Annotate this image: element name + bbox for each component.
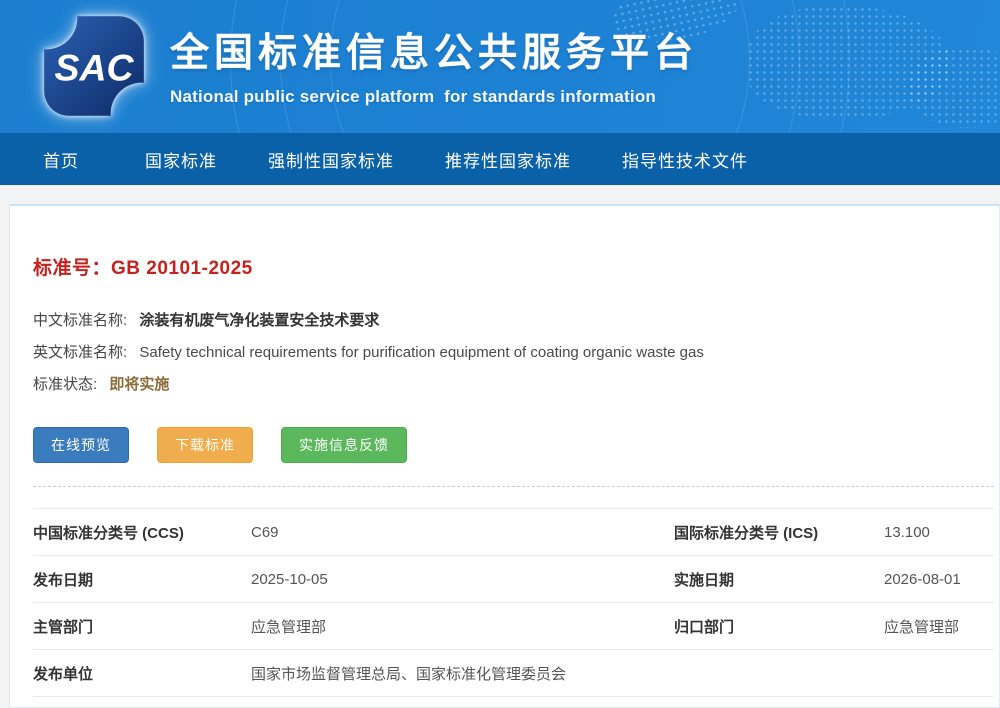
table-row: 发布日期 2025-10-05 实施日期 2026-08-01: [33, 556, 994, 603]
implement-date-label: 实施日期: [674, 556, 884, 603]
publish-date-value: 2025-10-05: [251, 556, 674, 603]
ccs-value: C69: [251, 509, 674, 556]
standard-number: GB 20101-2025: [111, 258, 253, 279]
svg-text:SAC: SAC: [54, 47, 134, 89]
site-title: 全国标准信息公共服务平台: [170, 22, 698, 78]
empty-cell: [884, 650, 994, 697]
nav-item-national-standards[interactable]: 国家标准: [145, 147, 217, 172]
standard-number-label: 标准号：: [33, 258, 111, 279]
cn-name-label: 中文标准名称:: [33, 312, 127, 329]
status-badge: 即将实施: [109, 376, 169, 393]
competent-dept-value: 应急管理部: [251, 603, 674, 650]
en-name-value: Safety technical requirements for purifi…: [139, 344, 703, 361]
empty-cell: [674, 650, 884, 697]
sac-logo[interactable]: SAC: [42, 14, 146, 118]
ics-label: 国际标准分类号 (ICS): [674, 509, 884, 556]
centralized-dept-label: 归口部门: [674, 603, 884, 650]
main-nav: 首页 国家标准 强制性国家标准 推荐性国家标准 指导性技术文件: [0, 133, 1000, 185]
standard-detail-card: 标准号：GB 20101-2025 中文标准名称: 涂装有机废气净化装置安全技术…: [9, 204, 1000, 708]
standard-number-line: 标准号：GB 20101-2025: [33, 253, 999, 280]
dashed-divider: [33, 486, 994, 487]
status-line: 标准状态: 即将实施: [33, 369, 999, 401]
implementation-feedback-button[interactable]: 实施信息反馈: [281, 427, 407, 463]
world-map-pattern: [747, 6, 952, 118]
online-preview-button[interactable]: 在线预览: [33, 427, 129, 463]
en-name-label: 英文标准名称:: [33, 344, 127, 361]
world-map-pattern: [908, 48, 1000, 128]
cn-name-value: 涂装有机废气净化装置安全技术要求: [139, 312, 379, 329]
cn-name-line: 中文标准名称: 涂装有机废气净化装置安全技术要求: [33, 305, 999, 337]
table-row: 中国标准分类号 (CCS) C69 国际标准分类号 (ICS) 13.100: [33, 509, 994, 556]
publish-org-value: 国家市场监督管理总局、国家标准化管理委员会: [251, 650, 674, 697]
competent-dept-label: 主管部门: [33, 603, 251, 650]
ics-value: 13.100: [884, 509, 994, 556]
download-standard-button[interactable]: 下载标准: [157, 427, 253, 463]
sac-logo-icon: SAC: [42, 14, 146, 118]
publish-date-label: 发布日期: [33, 556, 251, 603]
centralized-dept-value: 应急管理部: [884, 603, 994, 650]
en-name-line: 英文标准名称: Safety technical requirements fo…: [33, 337, 999, 369]
nav-item-mandatory-standards[interactable]: 强制性国家标准: [268, 147, 394, 172]
table-row: 发布单位 国家市场监督管理总局、国家标准化管理委员会: [33, 650, 994, 697]
action-buttons: 在线预览 下载标准 实施信息反馈: [33, 427, 999, 463]
standard-details-table: 中国标准分类号 (CCS) C69 国际标准分类号 (ICS) 13.100 发…: [33, 508, 994, 697]
status-label: 标准状态:: [33, 376, 97, 393]
site-subtitle: National public service platform for sta…: [170, 87, 698, 107]
implement-date-value: 2026-08-01: [884, 556, 994, 603]
publish-org-label: 发布单位: [33, 650, 251, 697]
site-header: SAC 全国标准信息公共服务平台 National public service…: [0, 0, 1000, 133]
nav-item-home[interactable]: 首页: [43, 147, 79, 172]
nav-item-guiding-documents[interactable]: 指导性技术文件: [622, 147, 748, 172]
nav-item-recommended-standards[interactable]: 推荐性国家标准: [445, 147, 571, 172]
table-row: 主管部门 应急管理部 归口部门 应急管理部: [33, 603, 994, 650]
ccs-label: 中国标准分类号 (CCS): [33, 509, 251, 556]
